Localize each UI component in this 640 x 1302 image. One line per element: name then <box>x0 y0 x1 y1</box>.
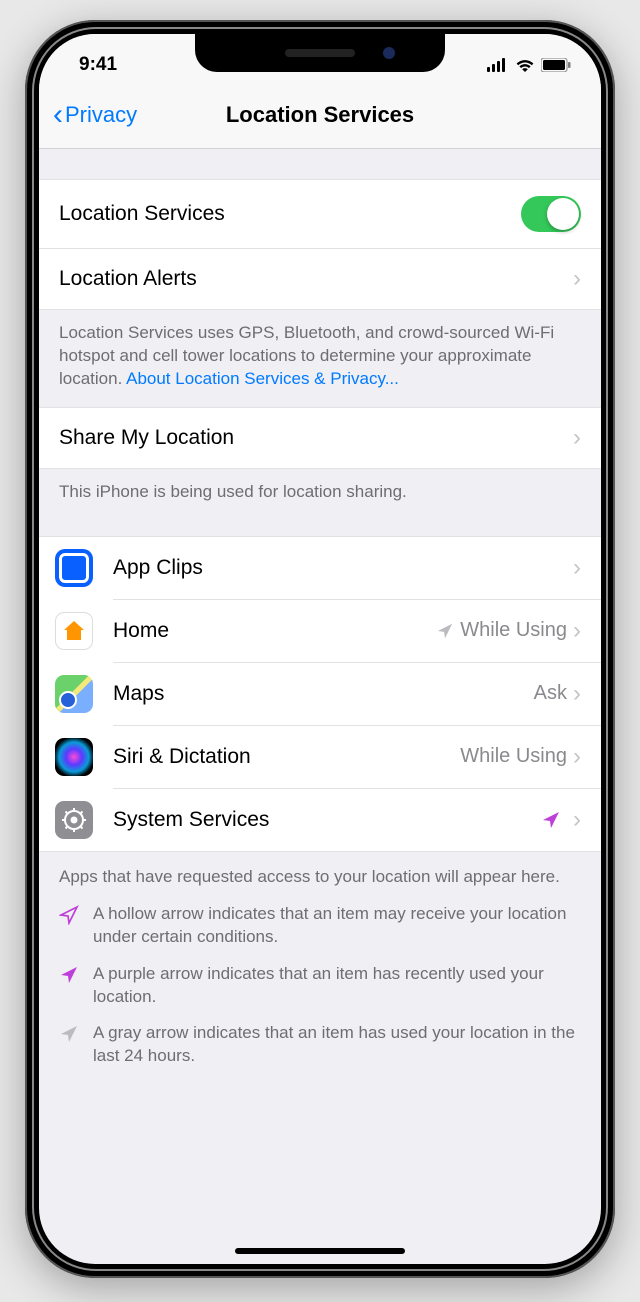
home-cell[interactable]: Home While Using › <box>39 600 601 662</box>
section-footer: This iPhone is being used for location s… <box>39 469 601 520</box>
phone-frame: 9:41 ‹ Privacy Location Services Locatio… <box>25 20 615 1278</box>
legend-intro: Apps that have requested access to your … <box>59 866 581 889</box>
legend-row: A gray arrow indicates that an item has … <box>59 1022 581 1068</box>
siri-icon <box>55 738 93 776</box>
cell-label: Location Services <box>59 202 521 226</box>
chevron-right-icon: › <box>573 680 581 708</box>
chevron-right-icon: › <box>573 617 581 645</box>
app-label: App Clips <box>113 556 567 580</box>
app-clips-icon <box>55 549 93 587</box>
back-label: Privacy <box>65 102 137 128</box>
app-clips-cell[interactable]: App Clips › <box>39 537 601 599</box>
legend-row: A hollow arrow indicates that an item ma… <box>59 903 581 949</box>
chevron-right-icon: › <box>573 424 581 452</box>
wifi-icon <box>515 58 535 73</box>
maps-cell[interactable]: Maps Ask › <box>39 663 601 725</box>
cell-label: Share My Location <box>59 426 573 450</box>
cell-label: Location Alerts <box>59 267 573 291</box>
chevron-left-icon: ‹ <box>53 100 63 130</box>
location-arrow-icon <box>541 810 561 830</box>
chevron-right-icon: › <box>573 806 581 834</box>
location-arrow-hollow-icon <box>59 905 79 925</box>
chevron-right-icon: › <box>573 265 581 293</box>
home-icon <box>55 612 93 650</box>
location-arrow-icon <box>436 622 454 640</box>
cellular-icon <box>487 58 509 72</box>
status-time: 9:41 <box>79 54 117 76</box>
share-my-location-cell[interactable]: Share My Location › <box>39 407 601 469</box>
settings-icon <box>55 801 93 839</box>
app-list: App Clips › Home While Using › <box>39 536 601 852</box>
chevron-right-icon: › <box>573 554 581 582</box>
location-services-toggle-cell[interactable]: Location Services <box>39 179 601 249</box>
nav-bar: ‹ Privacy Location Services <box>39 88 601 149</box>
app-label: Siri & Dictation <box>113 745 460 769</box>
location-arrow-gray-icon <box>59 1024 79 1044</box>
legend-section: Apps that have requested access to your … <box>39 852 601 1093</box>
legend-row: A purple arrow indicates that an item ha… <box>59 963 581 1009</box>
siri-cell[interactable]: Siri & Dictation While Using › <box>39 726 601 788</box>
screen: 9:41 ‹ Privacy Location Services Locatio… <box>39 34 601 1264</box>
section-footer: Location Services uses GPS, Bluetooth, a… <box>39 310 601 407</box>
app-label: Home <box>113 619 436 643</box>
battery-icon <box>541 58 571 72</box>
back-button[interactable]: ‹ Privacy <box>53 100 137 130</box>
notch <box>195 34 445 72</box>
system-services-cell[interactable]: System Services › <box>39 789 601 851</box>
location-alerts-cell[interactable]: Location Alerts › <box>39 249 601 310</box>
chevron-right-icon: › <box>573 743 581 771</box>
app-label: Maps <box>113 682 534 706</box>
app-label: System Services <box>113 808 541 832</box>
maps-icon <box>55 675 93 713</box>
toggle-switch[interactable] <box>521 196 581 232</box>
content: Location Services Location Alerts › Loca… <box>39 149 601 1092</box>
privacy-link[interactable]: About Location Services & Privacy... <box>126 369 399 388</box>
location-arrow-purple-icon <box>59 965 79 985</box>
home-indicator[interactable] <box>235 1248 405 1254</box>
